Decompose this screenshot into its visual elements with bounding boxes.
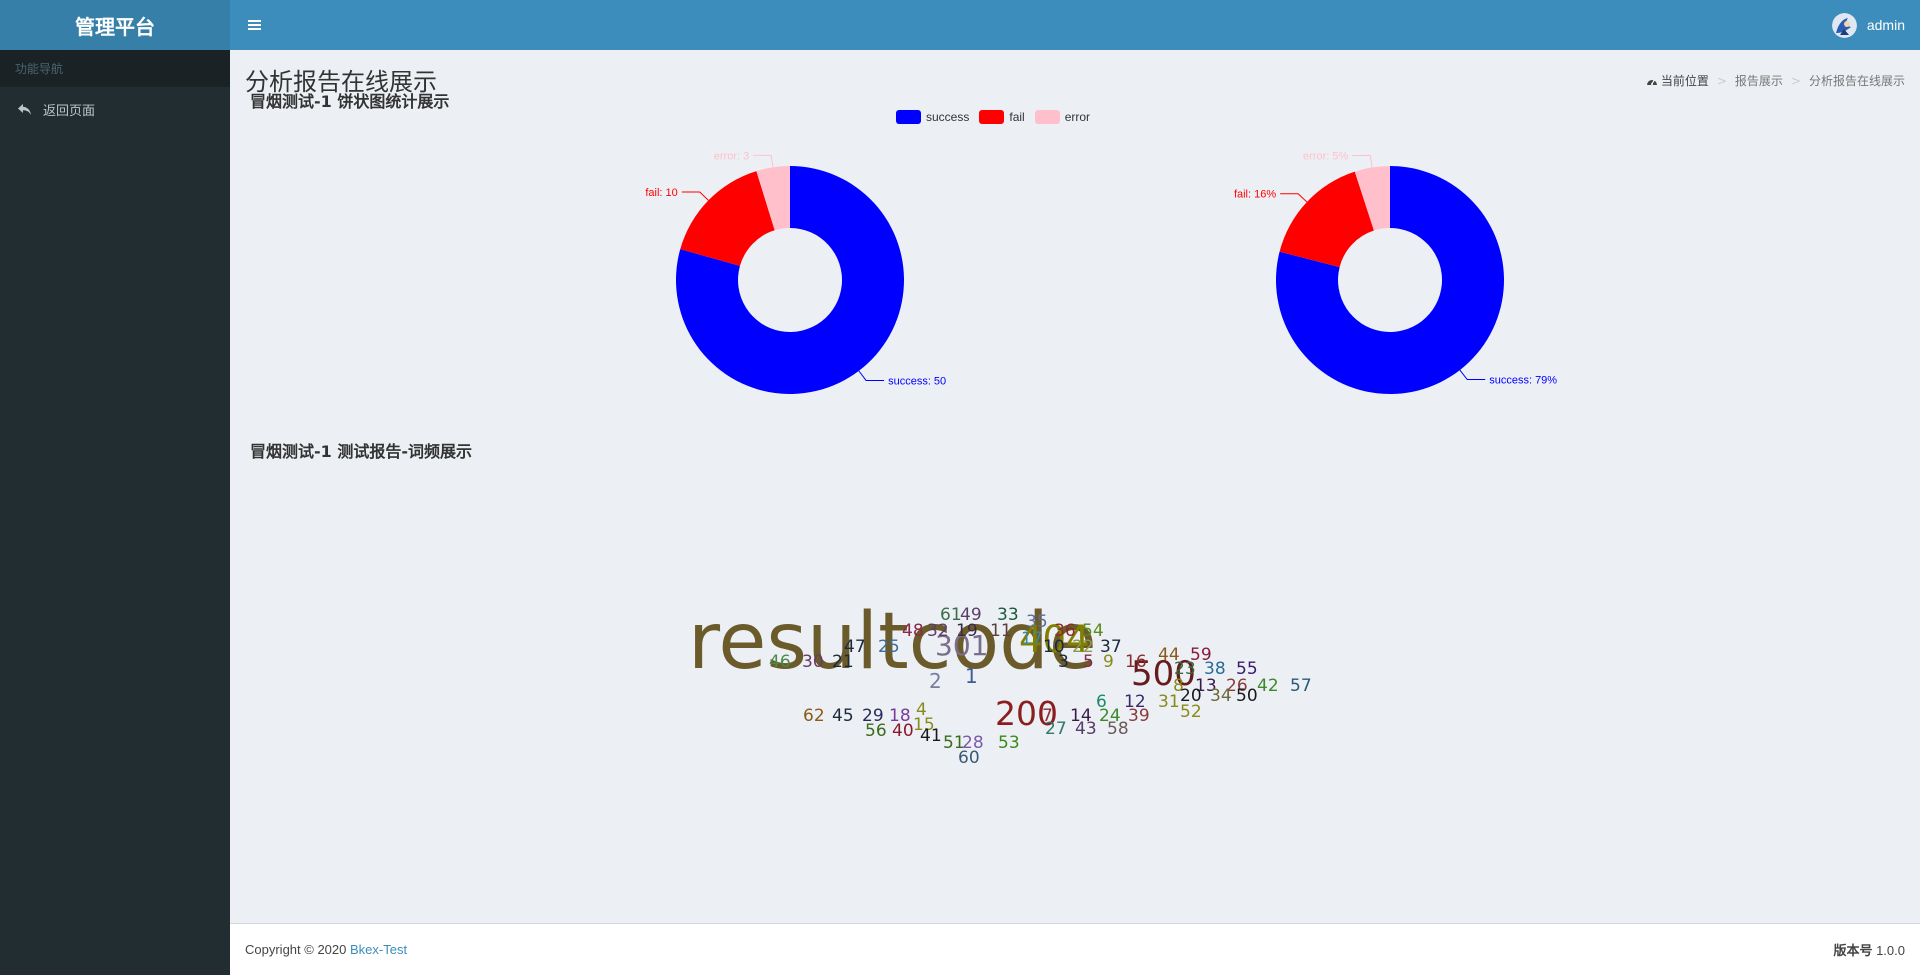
reply-icon xyxy=(17,103,37,116)
word-cloud-word: 30 xyxy=(802,652,824,672)
chart-legend: success fail error xyxy=(896,110,1100,124)
word-cloud-word: 21 xyxy=(832,652,854,672)
word-cloud-word: 39 xyxy=(1128,706,1150,726)
word-cloud-word: 19 xyxy=(956,621,978,641)
word-cloud-word: 25 xyxy=(878,637,900,657)
wordcloud-section-title: 冒烟测试-1 测试报告-词频展示 xyxy=(250,442,472,461)
footer: Copyright © 2020 Bkex-Test 版本号 1.0.0 xyxy=(230,923,1920,975)
pie-data-label: fail: 10 xyxy=(645,187,677,199)
pie-section-title: 冒烟测试-1 饼状图统计展示 xyxy=(250,92,450,111)
word-cloud-word: 62 xyxy=(803,706,825,726)
sidebar-item-label: 返回页面 xyxy=(43,103,96,119)
user-menu[interactable]: admin xyxy=(1831,12,1905,38)
word-cloud-word: 45 xyxy=(832,706,854,726)
word-cloud-word: 58 xyxy=(1107,719,1129,739)
pie-label-line xyxy=(1280,193,1308,203)
version-info: 版本号 1.0.0 xyxy=(1833,943,1905,958)
legend-swatch xyxy=(979,110,1005,124)
legend-item-error[interactable]: error xyxy=(1034,110,1090,124)
main-content: 分析报告在线展示 当前位置 > 报告展示 > 分析报告在线展示 冒烟测试-1 饼… xyxy=(230,50,1920,923)
avatar xyxy=(1831,12,1857,38)
legend-item-fail[interactable]: fail xyxy=(979,110,1025,124)
word-cloud-word: 34 xyxy=(1210,686,1232,706)
pie-data-label: success: 50 xyxy=(888,375,946,387)
word-cloud-word: 60 xyxy=(958,748,980,768)
word-cloud-word: 5 xyxy=(1083,652,1094,672)
pie-label-line xyxy=(1459,369,1486,381)
pie-slice-fail[interactable] xyxy=(680,171,775,266)
pie-data-label: fail: 16% xyxy=(1234,189,1276,201)
word-cloud-word: 40 xyxy=(892,721,914,741)
legend-swatch xyxy=(896,110,921,124)
word-cloud-word: 1 xyxy=(965,664,978,688)
breadcrumb-item[interactable]: 报告展示 xyxy=(1735,72,1783,89)
breadcrumb-home[interactable]: 当前位置 xyxy=(1646,72,1709,89)
sidebar-item-back[interactable]: 返回页面 xyxy=(0,87,230,131)
word-cloud-word: 11 xyxy=(990,621,1012,641)
word-cloud-word: 41 xyxy=(920,726,942,746)
word-cloud-word: 32 xyxy=(927,621,949,641)
word-cloud-word: 17 xyxy=(1021,629,1043,649)
word-cloud-word: 53 xyxy=(998,733,1020,753)
app-logo[interactable]: 管理平台 xyxy=(0,0,230,50)
breadcrumb-separator: > xyxy=(1790,73,1801,88)
word-cloud-word: 56 xyxy=(865,721,887,741)
username: admin xyxy=(1866,17,1905,33)
word-cloud-word: 9 xyxy=(1103,652,1114,672)
word-cloud-word: 31 xyxy=(1158,692,1180,712)
word-cloud-word: 42 xyxy=(1257,676,1279,696)
pie-label-line xyxy=(681,191,709,201)
top-navbar: admin xyxy=(230,0,1920,50)
word-cloud-word: 16 xyxy=(1125,652,1147,672)
word-cloud-word: 48 xyxy=(902,621,924,641)
dashboard-icon xyxy=(1646,76,1658,86)
menu-toggle-icon[interactable] xyxy=(244,14,266,36)
word-cloud-word: 2 xyxy=(929,669,942,693)
pie-data-label: error: 3 xyxy=(714,150,749,162)
breadcrumb-separator: > xyxy=(1716,73,1727,88)
pie-label-line xyxy=(1352,155,1373,168)
sidebar: 管理平台 功能导航 返回页面 xyxy=(0,0,230,975)
pie-label-line xyxy=(858,370,885,381)
breadcrumb: 当前位置 > 报告展示 > 分析报告在线展示 xyxy=(1646,72,1905,89)
brand-link[interactable]: Bkex-Test xyxy=(350,942,407,957)
word-cloud-word: 3 xyxy=(1058,652,1069,672)
pie-data-label: success: 79% xyxy=(1489,375,1557,387)
word-cloud: resultcode4045002003012 16149 33 3548 32 19 11… xyxy=(688,597,1312,768)
word-cloud-word: 27 xyxy=(1045,719,1067,739)
word-cloud-word: 43 xyxy=(1075,719,1097,739)
legend-swatch xyxy=(1034,110,1060,124)
word-cloud-word: 50 xyxy=(1236,686,1258,706)
copyright: Copyright © 2020 Bkex-Test xyxy=(245,942,408,957)
word-cloud-word: 57 xyxy=(1290,676,1312,696)
pie-chart-count: success: 50 fail: 10 error: 3 xyxy=(645,150,946,394)
word-cloud-word: 52 xyxy=(1180,702,1202,722)
pie-data-label: error: 5% xyxy=(1303,151,1348,163)
pie-chart-percent: success: 79% fail: 16% error: 5% xyxy=(1234,151,1557,395)
sidebar-header: 功能导航 xyxy=(0,50,230,87)
word-cloud-word: 46 xyxy=(769,652,791,672)
pie-label-line xyxy=(753,154,774,168)
breadcrumb-current: 分析报告在线展示 xyxy=(1808,74,1905,88)
legend-item-success[interactable]: success xyxy=(896,110,969,124)
